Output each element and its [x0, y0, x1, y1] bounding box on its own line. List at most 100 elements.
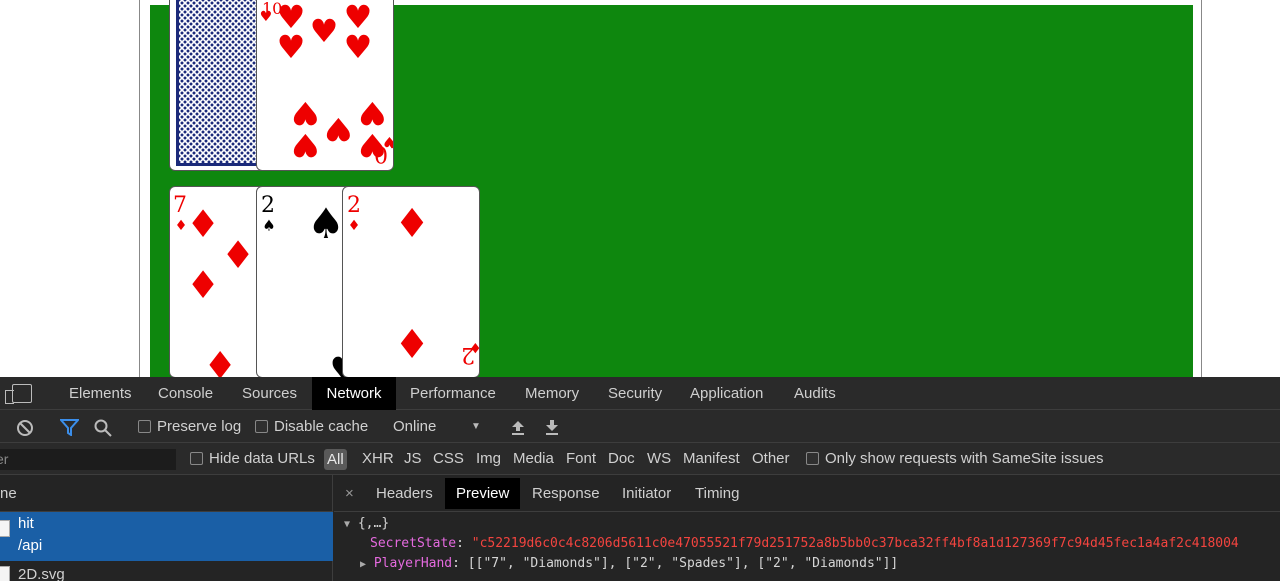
file-icon: [0, 520, 10, 537]
player-card-2-diamonds: 2 ♦ ♦ ♦ 2 ♦: [342, 186, 480, 378]
filter-type-other[interactable]: Other: [752, 443, 790, 475]
chevron-down-icon: ▼: [471, 421, 481, 432]
samesite-label: Only show requests with SameSite issues: [825, 450, 1104, 467]
clear-icon[interactable]: [16, 419, 34, 437]
request-list: ne hit /api 2D.svg: [0, 475, 333, 581]
file-icon: [0, 566, 10, 581]
request-name: 2D.svg: [18, 566, 65, 581]
card-pip: ♠: [307, 199, 345, 248]
json-root-line[interactable]: ▼ {,…}: [344, 514, 389, 534]
dealer-card-10-hearts: 10 10 ♥♥♥♥♥♥♥♥♥♥♥♥: [256, 0, 394, 171]
filter-type-media[interactable]: Media: [513, 443, 554, 475]
tab-headers[interactable]: Headers: [365, 478, 444, 509]
filter-bar: er Hide data URLs All XHR JS CSS Img Med…: [0, 443, 1280, 475]
network-toolbar: Preserve log Disable cache Online ▼: [0, 410, 1280, 443]
checkbox-box: [255, 420, 268, 433]
player-card-7-diamonds: 7 ♦ ♦ ♦ ♦ ♦: [169, 186, 269, 378]
request-detail-pane: × Headers Preview Response Initiator Tim…: [334, 475, 1280, 581]
import-har-icon[interactable]: [510, 419, 526, 436]
checkbox-box: [138, 420, 151, 433]
export-har-icon[interactable]: [544, 419, 560, 436]
card-pip: ♦: [185, 202, 221, 246]
checkbox-box: [806, 452, 819, 465]
filter-type-xhr[interactable]: XHR: [362, 443, 394, 475]
card-pip: ♦: [394, 201, 430, 247]
name-column-header[interactable]: ne: [0, 475, 333, 512]
card-pip: ♦: [394, 322, 430, 368]
filter-type-doc[interactable]: Doc: [608, 443, 635, 475]
card-corner-suit: ♠: [262, 216, 276, 235]
preserve-log-checkbox[interactable]: Preserve log: [138, 410, 241, 443]
json-array-value: [["7", "Diamonds"], ["2", "Spades"], ["2…: [467, 556, 899, 571]
json-colon: :: [456, 536, 472, 551]
card-pip: ♥: [343, 28, 373, 66]
card-pip: ♦: [203, 342, 238, 378]
close-icon[interactable]: ×: [345, 475, 354, 512]
tab-security[interactable]: Security: [595, 377, 675, 410]
request-name: hit: [18, 515, 34, 532]
card-corner-suit: ♦: [347, 218, 361, 234]
card-pip: ♥: [324, 110, 353, 148]
request-row[interactable]: 2D.svg: [0, 561, 333, 581]
card-rank: 7: [173, 193, 187, 218]
tab-elements[interactable]: Elements: [56, 377, 145, 410]
throttling-value: Online: [393, 418, 437, 435]
filter-type-all[interactable]: All: [324, 449, 347, 470]
card-pip: ♥: [383, 133, 393, 149]
request-row-selected[interactable]: hit /api: [0, 512, 333, 561]
json-secret-state-line: SecretState: "c52219d6c0c4c8206d5611c0e4…: [370, 534, 1239, 554]
card-back-pattern: [176, 0, 264, 166]
json-key: SecretState: [370, 536, 457, 551]
expand-triangle-icon[interactable]: ▶: [360, 559, 366, 570]
filter-type-js[interactable]: JS: [404, 443, 422, 475]
card-pip: ♥: [259, 9, 273, 25]
tab-timing[interactable]: Timing: [684, 478, 750, 509]
player-card-2-spades: 2 ♠ ♠ ♠: [256, 186, 356, 378]
disable-cache-label: Disable cache: [274, 418, 369, 435]
tab-application[interactable]: Application: [677, 377, 776, 410]
filter-input[interactable]: er: [0, 449, 176, 470]
tab-response[interactable]: Response: [521, 478, 611, 509]
card-rank: 2: [347, 193, 361, 218]
card-pip: ♥: [291, 94, 320, 132]
hide-data-urls-label: Hide data URLs: [209, 450, 315, 467]
checkbox-box: [190, 452, 203, 465]
collapse-triangle-icon[interactable]: ▼: [344, 519, 350, 530]
json-key: PlayerHand: [373, 556, 453, 571]
card-pip: ♥: [291, 126, 320, 164]
card-pip: ♦: [185, 263, 221, 307]
filter-icon[interactable]: [60, 419, 79, 436]
device-toolbar-icon[interactable]: [5, 384, 32, 404]
filter-type-css[interactable]: CSS: [433, 443, 464, 475]
tab-preview[interactable]: Preview: [445, 478, 521, 509]
screenshot: { "game": { "dealer_hand": [ {"face_down…: [0, 0, 1280, 581]
throttling-select[interactable]: Online ▼: [393, 410, 483, 443]
tab-audits[interactable]: Audits: [781, 377, 849, 410]
card-corner-suit-bottom: ♦: [469, 339, 479, 355]
search-icon[interactable]: [94, 419, 112, 437]
detail-tab-bar: × Headers Preview Response Initiator Tim…: [334, 475, 1280, 512]
request-path: /api: [18, 537, 43, 554]
tab-memory[interactable]: Memory: [512, 377, 592, 410]
filter-type-img[interactable]: Img: [476, 443, 501, 475]
filter-type-ws[interactable]: WS: [647, 443, 671, 475]
tab-console[interactable]: Console: [145, 377, 226, 410]
json-player-hand-line[interactable]: ▶ PlayerHand: [["7", "Diamonds"], ["2", …: [360, 554, 898, 574]
card-pip: ♦: [220, 233, 256, 277]
hide-data-urls-checkbox[interactable]: Hide data URLs: [190, 443, 315, 475]
tab-network[interactable]: Network: [312, 377, 396, 410]
tab-initiator[interactable]: Initiator: [611, 478, 682, 509]
card-pip: ♥: [309, 12, 339, 50]
devtools-tab-bar: Elements Console Sources Network Perform…: [0, 377, 1280, 410]
disable-cache-checkbox[interactable]: Disable cache: [255, 410, 368, 443]
samesite-checkbox[interactable]: Only show requests with SameSite issues: [806, 443, 1103, 475]
tab-sources[interactable]: Sources: [229, 377, 310, 410]
tab-performance[interactable]: Performance: [397, 377, 509, 410]
card-pip: ♥: [276, 28, 306, 66]
json-string-value: "c52219d6c0c4c8206d5611c0e47055521f79d25…: [471, 536, 1239, 551]
json-root: {,…}: [357, 516, 390, 531]
preserve-log-label: Preserve log: [157, 418, 242, 435]
filter-type-manifest[interactable]: Manifest: [683, 443, 740, 475]
filter-type-font[interactable]: Font: [566, 443, 596, 475]
json-colon: :: [452, 556, 468, 571]
